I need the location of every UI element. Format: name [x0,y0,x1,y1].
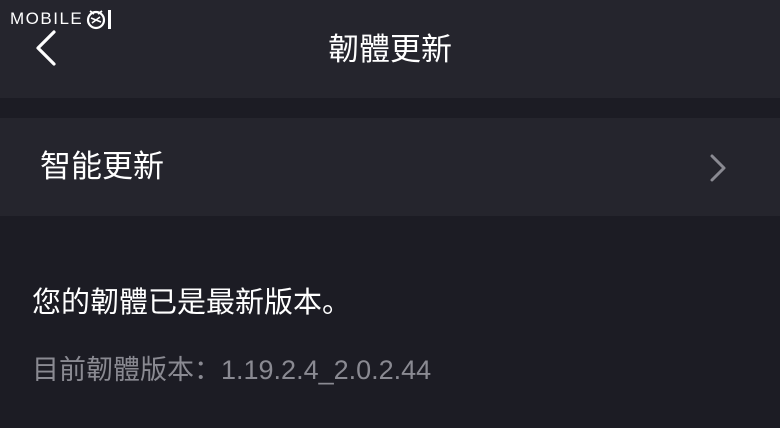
smart-update-label: 智能更新 [40,149,164,185]
firmware-status-message: 您的韌體已是最新版本。 [32,285,352,319]
app-header: MOBILE 韌體更新 [0,0,780,98]
current-firmware-version: 目前韌體版本：1.19.2.4_2.0.2.44 [32,355,432,385]
page-title: 韌體更新 [328,32,452,68]
firmware-update-screen: MOBILE 韌體更新 智能更新 您的韌體已是最新版本。 目前韌體版本：1.19… [0,0,780,428]
smart-update-row[interactable]: 智能更新 [0,118,780,216]
chevron-right-icon [710,154,726,182]
